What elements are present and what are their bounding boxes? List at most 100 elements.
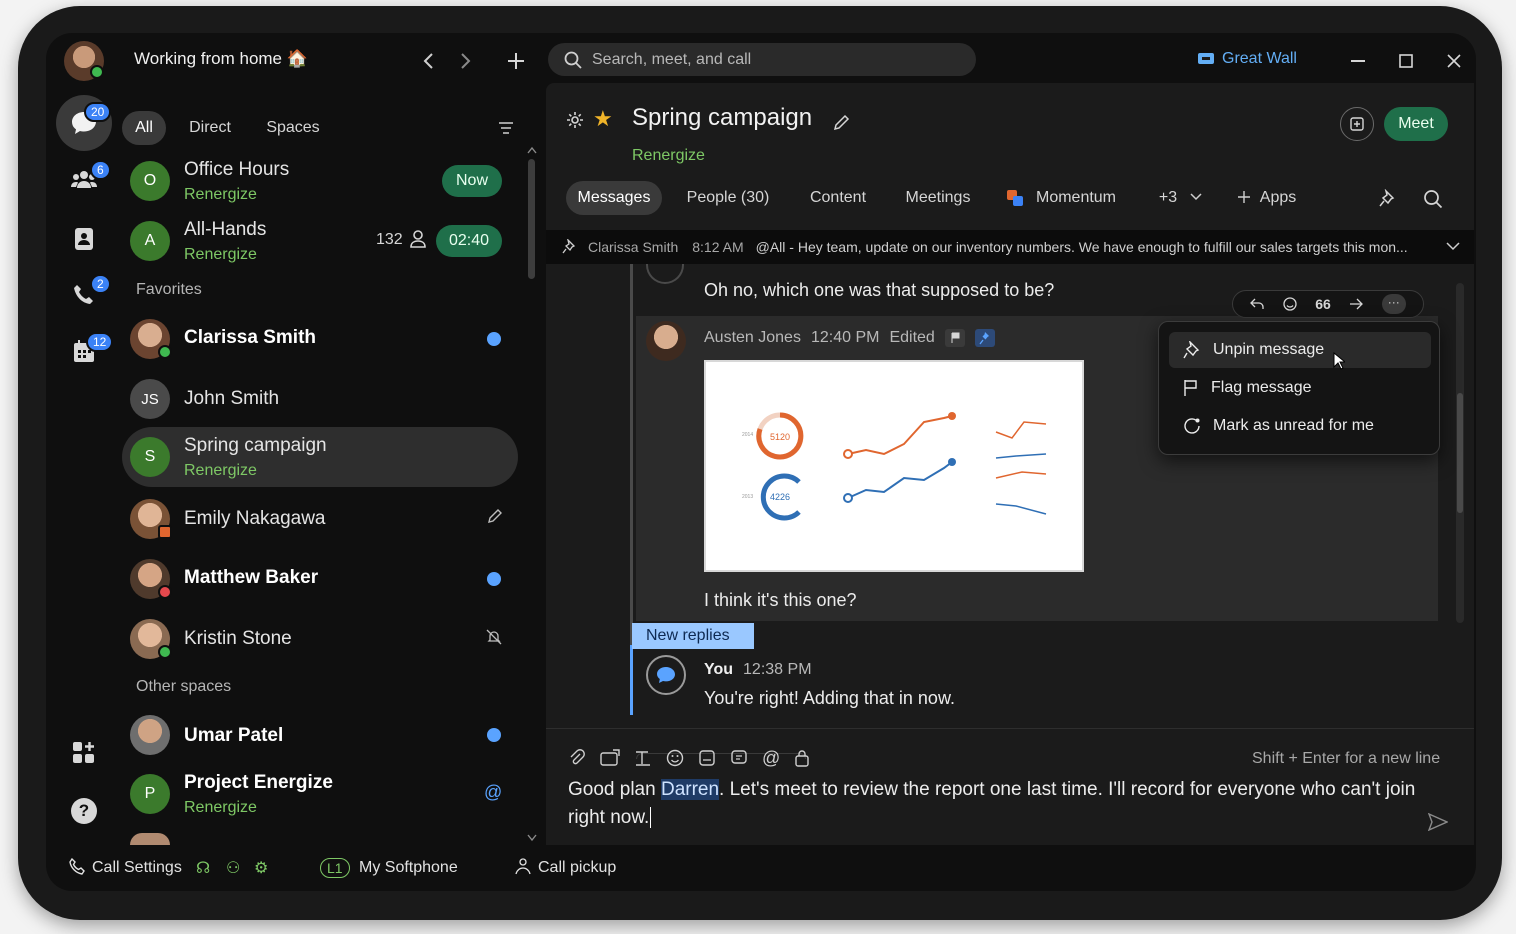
bottom-bar: Call Settings ☊ ⚇ ⚙ L1 My Softphone Call… [46, 845, 1476, 891]
chevron-down-icon[interactable] [1190, 192, 1202, 202]
call-settings-button[interactable]: Call Settings [92, 859, 182, 877]
pinned-expand-icon[interactable] [1446, 241, 1460, 251]
other-spaces-label: Other spaces [136, 678, 232, 695]
message-time: 12:38 PM [743, 661, 812, 678]
meeting-timer-button[interactable]: 02:40 [436, 225, 502, 257]
apps-nav[interactable] [58, 727, 110, 779]
join-now-button[interactable]: Now [442, 165, 502, 197]
flag-label: Flag message [1211, 379, 1312, 396]
momentum-icon [1006, 189, 1024, 207]
forward-icon[interactable] [1349, 298, 1364, 310]
filter-menu-icon[interactable] [494, 117, 518, 139]
forward-arrow-icon[interactable] [456, 51, 476, 71]
reply-icon[interactable] [1250, 298, 1264, 310]
calendar-badge: 12 [86, 332, 114, 352]
mark-unread-icon [1183, 417, 1201, 435]
screenshot-icon[interactable] [600, 749, 620, 767]
tab-apps[interactable]: Apps [1256, 181, 1300, 215]
maximize-icon[interactable] [1396, 51, 1416, 71]
input-text-before: Good plan [568, 779, 661, 800]
list-item-john-smith[interactable]: JS John Smith [122, 369, 518, 429]
tab-messages[interactable]: Messages [566, 181, 662, 215]
chart-graphic: 5120 2014 4226 2013 [742, 412, 1047, 521]
unread-dot [487, 332, 501, 346]
send-icon[interactable] [1428, 813, 1448, 831]
favorites-label: Favorites [136, 281, 202, 298]
more-options-icon[interactable]: ··· [1381, 294, 1406, 314]
messages-scrollbar[interactable] [1456, 283, 1464, 623]
filter-all[interactable]: All [122, 111, 166, 145]
filter-spaces[interactable]: Spaces [258, 111, 328, 145]
avatar: O [130, 161, 170, 201]
gif-icon[interactable] [698, 749, 716, 767]
mouse-cursor-icon [1333, 352, 1345, 370]
org-icon [1198, 52, 1214, 66]
item-name: All-Hands [184, 219, 267, 240]
edit-title-icon[interactable] [832, 114, 850, 132]
list-item-all-hands[interactable]: A All-Hands Renergize 132 02:40 [122, 211, 518, 271]
item-subtitle: Renergize [184, 246, 257, 263]
contacts-icon [75, 228, 93, 250]
help-nav[interactable]: ? [58, 785, 110, 837]
minimize-icon[interactable] [1348, 53, 1368, 69]
call-pickup-icon [514, 858, 532, 876]
list-item-project-energize[interactable]: P Project Energize Renergize @ [122, 764, 518, 824]
tab-meetings[interactable]: Meetings [896, 181, 980, 215]
avatar: A [130, 221, 170, 261]
unread-dot [487, 728, 501, 742]
forward-status-icon: ⚇ [226, 860, 241, 877]
presence-available [90, 65, 104, 79]
chart-label-top: 5120 [770, 432, 790, 442]
list-item-umar-patel[interactable]: Umar Patel [122, 705, 518, 765]
flag-icon [1183, 379, 1199, 397]
tab-people[interactable]: People (30) [680, 181, 776, 215]
search-space-icon[interactable] [1423, 189, 1443, 209]
list-item-matthew-baker[interactable]: Matthew Baker [122, 549, 518, 609]
emoji-icon[interactable] [666, 749, 684, 767]
participant-count: 132 [376, 231, 403, 248]
settings-gear-icon[interactable] [566, 111, 584, 129]
unpin-message-item[interactable]: Unpin message [1169, 332, 1431, 368]
attach-icon[interactable] [568, 749, 586, 767]
add-app-icon[interactable] [1238, 191, 1250, 203]
list-item-clarissa-smith[interactable]: Clarissa Smith [122, 309, 518, 369]
message-input[interactable]: Good plan Darren. Let's meet to review t… [568, 776, 1418, 832]
list-scrollbar[interactable] [526, 145, 538, 845]
lock-icon[interactable] [794, 749, 810, 767]
org-link[interactable]: Great Wall [1198, 50, 1297, 68]
flag-message-item[interactable]: Flag message [1169, 370, 1431, 406]
mention-darren: Darren [660, 779, 720, 800]
search-bar[interactable]: Search, meet, and call [548, 43, 976, 76]
format-text-icon[interactable] [634, 749, 652, 767]
list-item-kristin-stone[interactable]: Kristin Stone [122, 609, 518, 669]
pin-list-icon[interactable] [1379, 189, 1399, 209]
sticker-icon[interactable] [730, 749, 748, 767]
meet-button[interactable]: Meet [1384, 107, 1448, 141]
favorite-star-icon[interactable]: ★ [593, 106, 613, 132]
chart-image-attachment[interactable]: 5120 2014 4226 2013 [704, 360, 1084, 572]
new-plus-icon[interactable] [505, 50, 527, 72]
chat-bubble-icon [657, 667, 675, 683]
call-pickup-button[interactable]: Call pickup [538, 859, 616, 877]
softphone-button[interactable]: My Softphone [359, 859, 458, 877]
item-name: John Smith [184, 388, 280, 409]
mark-unread-item[interactable]: Mark as unread for me [1169, 408, 1431, 444]
message-actions-toolbar: 66 ··· [1232, 290, 1424, 318]
filter-direct[interactable]: Direct [178, 111, 242, 145]
close-icon[interactable] [1444, 51, 1464, 71]
mention-at-icon[interactable]: @ [762, 749, 780, 767]
list-item-emily-nakagawa[interactable]: Emily Nakagawa [122, 489, 518, 549]
message-header: Austen Jones 12:40 PM Edited [704, 329, 995, 347]
tab-momentum[interactable]: Momentum [1028, 181, 1124, 215]
status-title[interactable]: Working from home 🏠 [134, 49, 308, 69]
add-to-space-button[interactable] [1340, 107, 1374, 141]
tab-content[interactable]: Content [796, 181, 880, 215]
quote-icon[interactable]: 66 [1315, 296, 1331, 312]
contacts-nav[interactable] [58, 213, 110, 265]
react-icon[interactable] [1283, 297, 1297, 311]
list-item-spring-campaign[interactable]: S Spring campaign Renergize [122, 427, 518, 487]
list-item-office-hours[interactable]: O Office Hours Renergize Now [122, 151, 518, 211]
tab-more[interactable]: +3 [1150, 181, 1186, 215]
back-arrow-icon[interactable] [418, 51, 438, 71]
pinned-message-bar[interactable]: Clarissa Smith 8:12 AM @All - Hey team, … [546, 230, 1474, 264]
